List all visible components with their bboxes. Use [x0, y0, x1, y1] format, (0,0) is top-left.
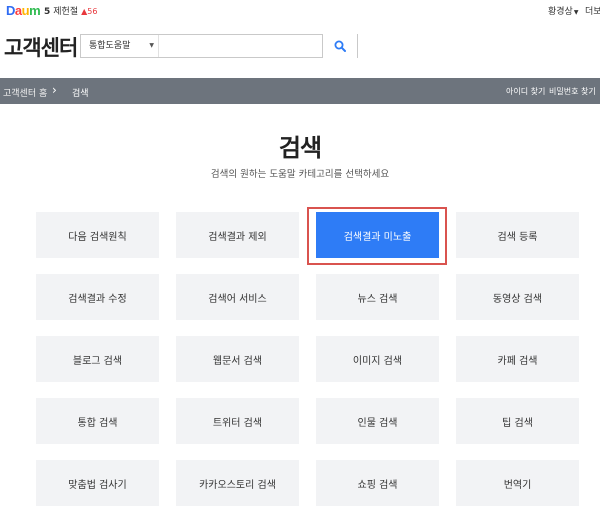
find-password-link[interactable]: 비밀번호 찾기	[549, 86, 596, 97]
category-tile[interactable]: 동영상 검색	[456, 274, 579, 320]
search-category-select[interactable]: 통합도움말 ▼	[81, 35, 159, 57]
category-tile[interactable]: 이미지 검색	[316, 336, 439, 382]
category-tile[interactable]: 블로그 검색	[36, 336, 159, 382]
category-tile[interactable]: 검색결과 수정	[36, 274, 159, 320]
caret-down-icon: ▼	[149, 42, 154, 49]
category-tile[interactable]: 검색 등록	[456, 212, 579, 258]
page-title: 검색	[278, 134, 322, 162]
logo-letter: m	[29, 3, 41, 18]
category-tile[interactable]: 통합 검색	[36, 398, 159, 444]
header: 고객센터 통합도움말 ▼	[0, 22, 600, 78]
category-tile[interactable]: 카카오스토리 검색	[176, 460, 299, 506]
daum-logo[interactable]: Daum	[6, 3, 41, 18]
top-strip: Daum 5 제헌절 ▲56 황경상▼ 더보	[0, 0, 600, 22]
category-tile[interactable]: 카페 검색	[456, 336, 579, 382]
category-tile[interactable]: 맞춤법 검사기	[36, 460, 159, 506]
category-tile[interactable]: 번역기	[456, 460, 579, 506]
logo-letter: u	[21, 3, 30, 18]
category-tile[interactable]: 쇼핑 검색	[316, 460, 439, 506]
user-name: 황경상	[548, 7, 573, 17]
rank-keyword: 제헌절	[53, 7, 79, 17]
breadcrumb-home[interactable]: 고객센터 홈	[3, 86, 47, 99]
page-description: 검색의 원하는 도움말 카테고리를 선택하세요	[210, 169, 390, 180]
category-tile[interactable]: 팁 검색	[456, 398, 579, 444]
magnifier-icon	[334, 40, 346, 52]
logo-letter: D	[6, 3, 15, 18]
search-input[interactable]	[160, 35, 323, 57]
caret-down-icon: ▼	[573, 9, 579, 16]
find-id-link[interactable]: 아이디 찾기	[506, 86, 545, 97]
category-grid: 다음 검색원칙 검색결과 제외 검색결과 미노출 검색 등록 검색결과 수정 검…	[36, 212, 600, 506]
search-category-label: 통합도움말	[89, 41, 131, 51]
chevron-right-icon: ›	[52, 83, 57, 97]
search-button[interactable]	[322, 34, 357, 58]
logo-letter: a	[14, 3, 22, 18]
breadcrumb-current: 검색	[72, 89, 89, 99]
category-tile[interactable]: 트위터 검색	[176, 398, 299, 444]
rank-number: 5	[44, 7, 51, 17]
category-tile[interactable]: 웹문서 검색	[176, 336, 299, 382]
category-tile[interactable]: 검색결과 제외	[176, 212, 299, 258]
more-link[interactable]: 더보	[585, 4, 600, 17]
service-title[interactable]: 고객센터	[4, 32, 78, 62]
search-box: 통합도움말 ▼	[80, 34, 358, 58]
category-tile-selected[interactable]: 검색결과 미노출	[316, 212, 439, 258]
realtime-rank[interactable]: 5 제헌절 ▲56	[44, 4, 97, 17]
category-tile[interactable]: 뉴스 검색	[316, 274, 439, 320]
category-tile[interactable]: 인물 검색	[316, 398, 439, 444]
category-tile[interactable]: 검색어 서비스	[176, 274, 299, 320]
breadcrumb-bar: 고객센터 홈 › 검색 아이디 찾기 비밀번호 찾기	[0, 78, 600, 104]
user-menu[interactable]: 황경상▼	[548, 4, 578, 17]
rank-change: ▲56	[81, 7, 98, 16]
category-tile[interactable]: 다음 검색원칙	[36, 212, 159, 258]
